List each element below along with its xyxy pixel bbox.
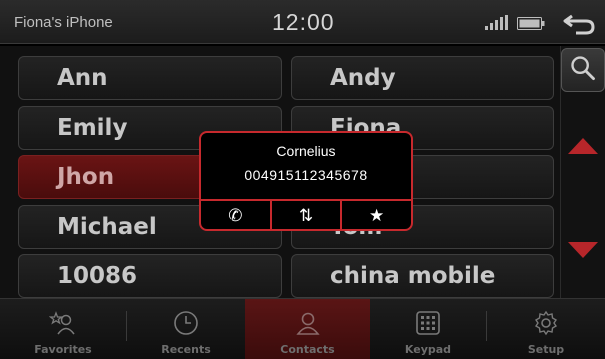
nav-label: Recents xyxy=(161,343,211,356)
contact-name: Jhon xyxy=(57,164,115,190)
contact-item[interactable]: Ann xyxy=(18,56,282,100)
nav-setup[interactable]: Setup xyxy=(487,299,605,359)
nav-favorites[interactable]: Favorites xyxy=(0,299,126,359)
popup-actions: ✆ ⇅ ★ xyxy=(201,199,411,229)
contact-name: china mobile xyxy=(330,263,496,289)
phone-icon: ✆ xyxy=(228,206,243,226)
call-button[interactable]: ✆ xyxy=(201,201,270,229)
transfer-button[interactable]: ⇅ xyxy=(269,201,341,229)
popup-contact-name: Cornelius xyxy=(276,143,336,159)
scroll-down-icon[interactable] xyxy=(568,242,598,258)
favorites-icon xyxy=(49,311,75,335)
nav-contacts[interactable]: Contacts xyxy=(245,299,370,359)
nav-label: Keypad xyxy=(404,343,452,356)
bottom-nav: Favorites Recents Contacts Keypad Setup xyxy=(0,298,605,359)
back-arrow-icon[interactable] xyxy=(562,10,596,36)
contact-item[interactable]: 10086 xyxy=(18,254,282,298)
nav-label: Favorites xyxy=(34,343,92,356)
contact-item[interactable]: china mobile xyxy=(291,254,554,298)
search-button[interactable] xyxy=(561,48,605,92)
contact-name: Emily xyxy=(57,115,128,141)
device-name: Fiona's iPhone xyxy=(14,14,113,31)
transfer-icon: ⇅ xyxy=(298,206,314,226)
contacts-icon xyxy=(295,312,320,335)
clock: 12:00 xyxy=(272,9,335,35)
keypad-icon xyxy=(416,311,440,335)
nav-label: Setup xyxy=(527,343,565,356)
signal-icon xyxy=(485,15,508,30)
contact-name: Michael xyxy=(57,214,157,240)
battery-icon xyxy=(517,17,545,30)
search-icon xyxy=(571,56,595,81)
nav-recents[interactable]: Recents xyxy=(127,299,245,359)
star-icon: ★ xyxy=(369,206,385,226)
gear-icon xyxy=(535,310,557,336)
scroll-up-icon[interactable] xyxy=(568,138,598,154)
favorite-button[interactable]: ★ xyxy=(340,201,411,229)
contact-name: Ann xyxy=(57,65,108,91)
contact-name: 10086 xyxy=(57,263,138,289)
contact-item[interactable]: Andy xyxy=(291,56,554,100)
popup-phone-number: 004915112345678 xyxy=(244,167,368,183)
clock-icon xyxy=(174,311,198,335)
nav-label: Contacts xyxy=(280,343,335,356)
contact-popup: Cornelius 004915112345678 ✆ ⇅ ★ xyxy=(199,131,413,231)
contact-name: Andy xyxy=(330,65,396,91)
nav-keypad[interactable]: Keypad xyxy=(370,299,486,359)
status-bar: Fiona's iPhone 12:00 xyxy=(0,0,605,44)
